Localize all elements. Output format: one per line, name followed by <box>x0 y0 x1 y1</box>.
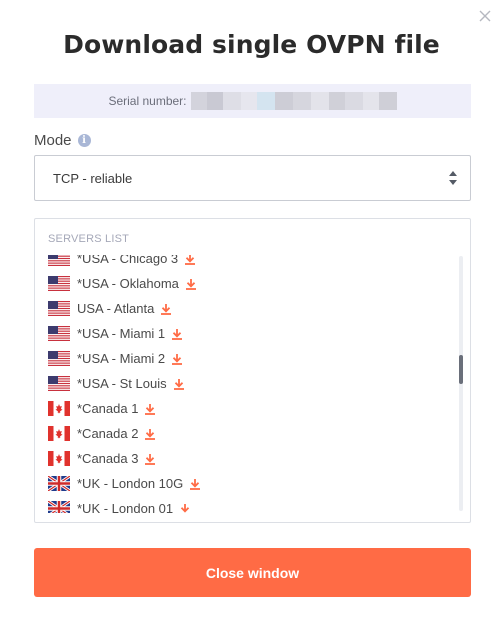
flag-us-icon <box>48 351 70 366</box>
download-icon[interactable] <box>173 378 185 390</box>
mode-label: Mode <box>34 132 72 149</box>
download-icon[interactable] <box>171 328 183 340</box>
server-list-item[interactable]: *USA - Miami 1 <box>48 321 183 346</box>
server-list-item[interactable]: USA - Atlanta <box>48 296 172 321</box>
server-list-item[interactable]: *USA - St Louis <box>48 371 185 396</box>
server-list-item[interactable]: *USA - Oklahoma <box>48 271 197 296</box>
serial-number-label: Serial number: <box>108 94 187 108</box>
server-name: *Canada 3 <box>77 451 139 466</box>
server-name: *USA - Miami 2 <box>77 351 166 366</box>
server-name: *Canada 2 <box>77 426 139 441</box>
flag-ca-icon <box>48 426 70 441</box>
server-list-item[interactable]: *Canada 3 <box>48 446 156 471</box>
flag-us-icon <box>48 326 70 341</box>
download-icon[interactable] <box>185 278 197 290</box>
mode-select[interactable]: TCP - reliable <box>34 155 471 201</box>
server-name: *USA - Oklahoma <box>77 276 179 291</box>
servers-list-viewport[interactable]: *USA - Chicago 3 *USA - Oklahoma USA - Atl… <box>35 255 455 513</box>
flag-ca-icon <box>48 401 70 416</box>
close-icon[interactable] <box>477 8 493 24</box>
flag-us-icon <box>48 301 70 316</box>
download-icon[interactable] <box>144 428 156 440</box>
download-icon[interactable] <box>189 478 201 490</box>
server-name: *Canada 1 <box>77 401 139 416</box>
serial-number-bar: Serial number: <box>34 84 471 118</box>
download-icon[interactable] <box>179 503 191 513</box>
server-name: *USA - St Louis <box>77 376 167 391</box>
server-list-item[interactable]: *Canada 2 <box>48 421 156 446</box>
flag-uk-icon <box>47 499 71 513</box>
download-icon[interactable] <box>160 303 172 315</box>
flag-us-icon <box>48 376 70 391</box>
server-name: *USA - Miami 1 <box>77 326 166 341</box>
servers-list-panel: SERVERS LIST *USA - Chicago 3 *USA - Okla… <box>34 218 471 523</box>
server-list-item[interactable]: *Canada 1 <box>48 396 156 421</box>
mode-select-value: TCP - reliable <box>53 170 133 186</box>
servers-list-heading: SERVERS LIST <box>48 233 130 245</box>
server-name: *UK - London 10G <box>77 476 184 491</box>
flag-uk-icon <box>47 474 71 493</box>
server-list-item[interactable]: *USA - Chicago 3 <box>48 255 196 271</box>
server-list-item[interactable]: *UK - London 10G <box>47 471 201 496</box>
flag-us-icon <box>48 276 70 291</box>
server-name: USA - Atlanta <box>77 301 155 316</box>
info-icon[interactable]: i <box>77 134 91 147</box>
download-icon[interactable] <box>184 255 196 265</box>
server-list-item[interactable]: *USA - Miami 2 <box>48 346 183 371</box>
server-name: *USA - Chicago 3 <box>77 255 179 266</box>
server-name: *UK - London 01 <box>77 501 174 513</box>
download-icon[interactable] <box>144 403 156 415</box>
select-arrows-icon <box>449 171 457 185</box>
download-icon[interactable] <box>144 453 156 465</box>
serial-number-value-blurred <box>190 92 397 110</box>
flag-us-icon <box>48 255 70 266</box>
dialog-title: Download single OVPN file <box>63 30 440 59</box>
server-list-item[interactable]: *UK - London 01 <box>47 496 191 513</box>
flag-ca-icon <box>48 451 70 466</box>
close-window-button[interactable]: Close window <box>34 548 471 597</box>
mode-label-row: Mode i <box>34 132 91 149</box>
download-icon[interactable] <box>171 353 183 365</box>
scrollbar-thumb[interactable] <box>459 355 463 384</box>
